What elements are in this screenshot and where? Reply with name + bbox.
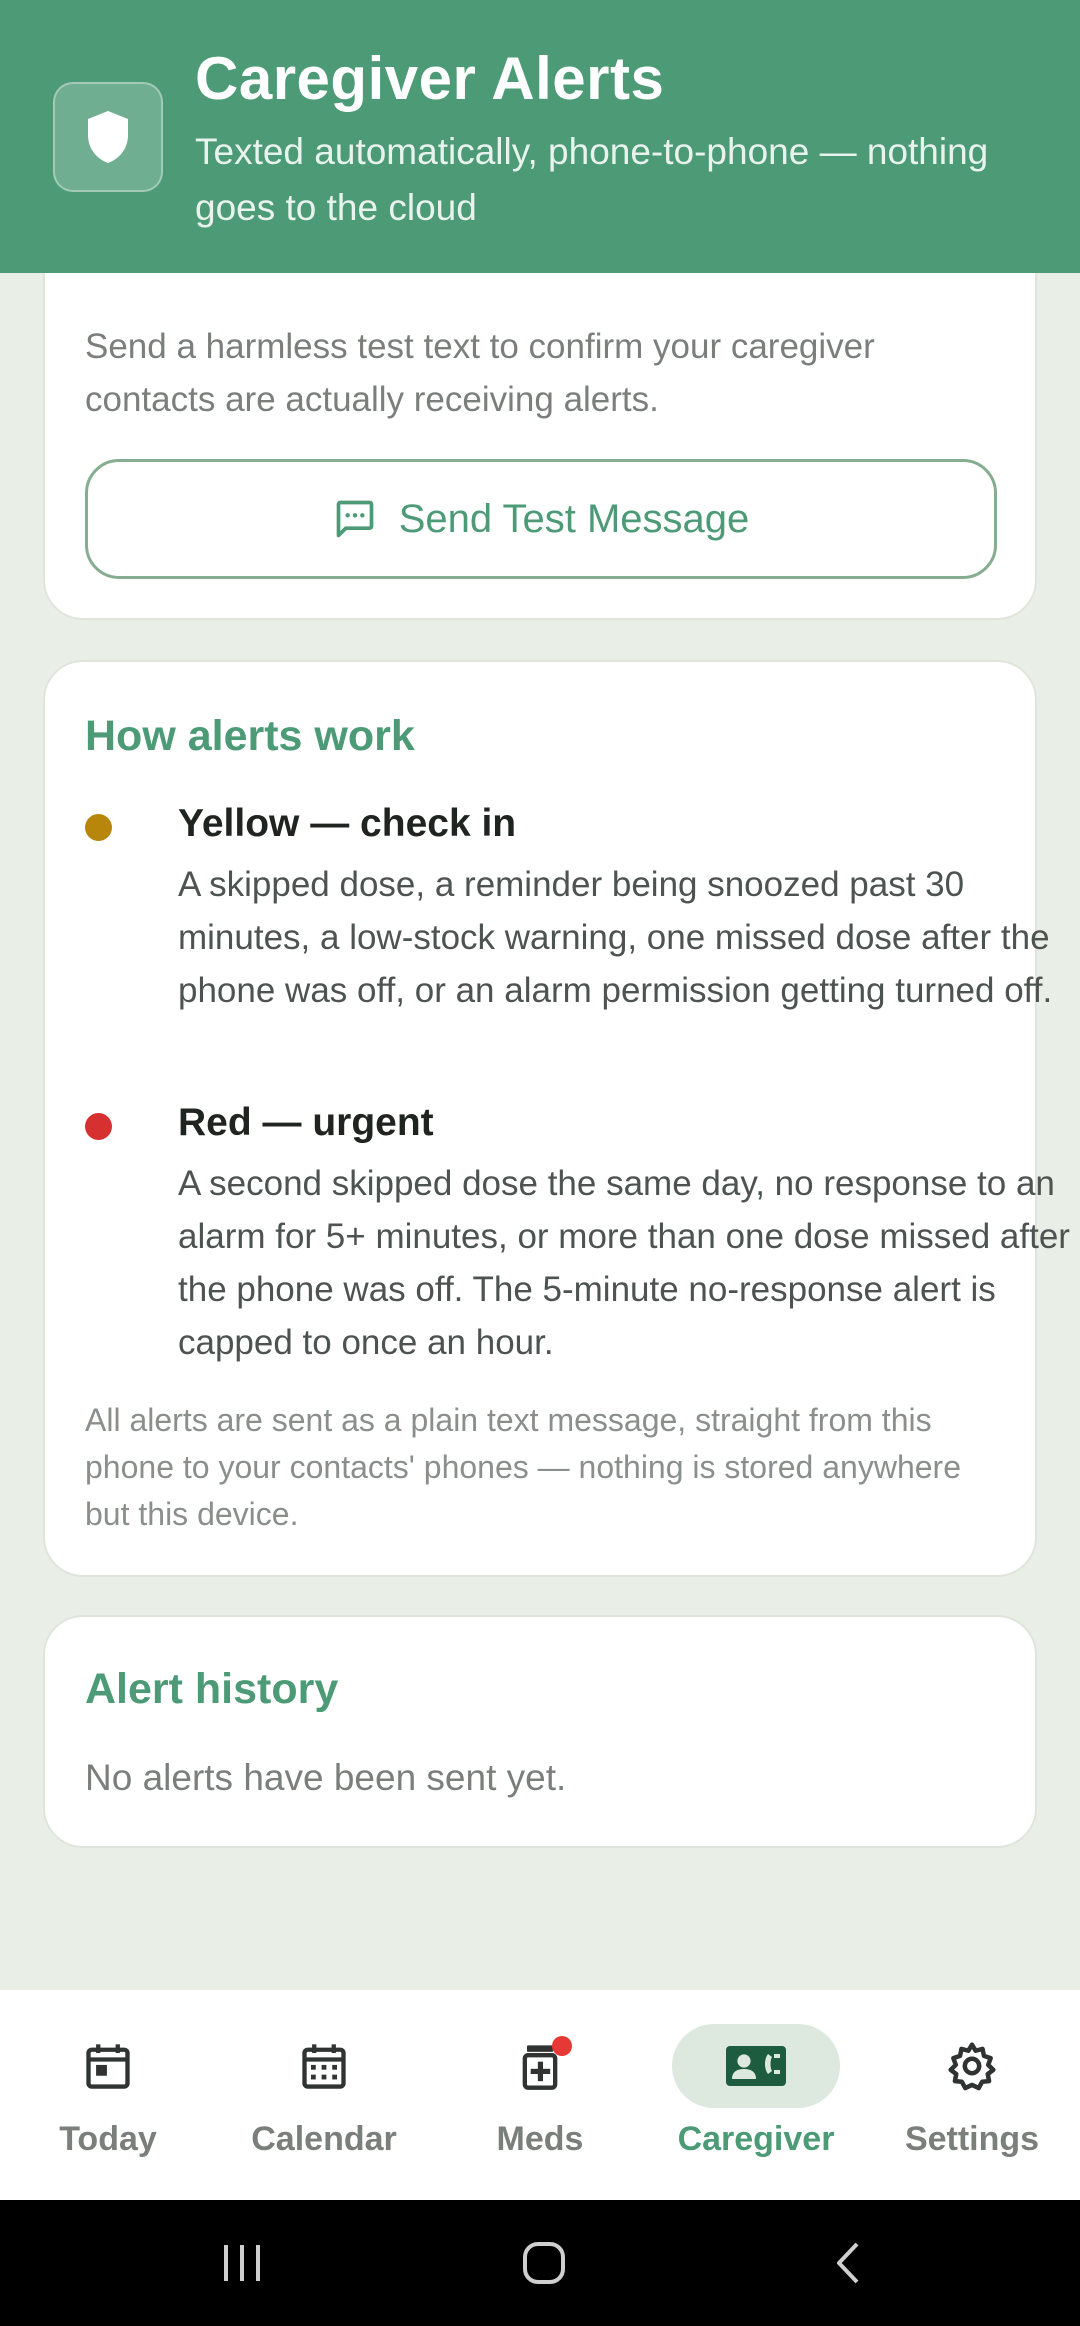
send-test-message-label: Send Test Message [398, 496, 750, 541]
meds-badge [552, 2036, 572, 2056]
yellow-alert-body: A skipped dose, a reminder being snoozed… [178, 865, 1053, 1010]
yellow-alert-item: Yellow — check in A skipped dose, a remi… [85, 802, 1052, 1072]
alert-history-title: Alert history [85, 1665, 339, 1713]
nav-active-indicator [672, 2024, 840, 2108]
alert-history-empty-text: No alerts have been sent yet. [85, 1757, 567, 1798]
nav-label-settings: Settings [904, 2120, 1040, 2158]
alerts-footnote: All alerts are sent as a plain text mess… [85, 1402, 961, 1532]
page-title: Caregiver Alerts [195, 45, 665, 112]
alert-history-card: Alert history No alerts have been sent y… [43, 1615, 1037, 1848]
yellow-dot-icon [85, 814, 112, 841]
how-alerts-work-card: How alerts work Yellow — check in A skip… [43, 660, 1070, 1577]
app-screen: Send a harmless test text to confirm you… [0, 0, 1080, 2326]
calendar-today-icon [82, 2040, 134, 2092]
back-button[interactable] [803, 2230, 893, 2296]
nav-item-today[interactable]: Today [0, 1990, 216, 2200]
contact-phone-icon [724, 2041, 788, 2091]
calendar-month-icon [298, 2040, 350, 2092]
nav-item-caregiver[interactable]: Caregiver [648, 1990, 864, 2200]
gear-icon [945, 2039, 999, 2093]
send-test-message-button[interactable]: Send Test Message [85, 459, 997, 579]
nav-label-caregiver: Caregiver [677, 2120, 835, 2158]
medication-icon [514, 2036, 572, 2092]
nav-label-today: Today [59, 2120, 157, 2158]
red-dot-icon [85, 1113, 112, 1140]
how-alerts-work-title: How alerts work [85, 712, 415, 760]
red-alert-body: A second skipped dose the same day, no r… [178, 1164, 1070, 1362]
red-alert-item: Red — urgent A second skipped dose the s… [85, 1101, 1070, 1371]
nav-label-calendar: Calendar [251, 2120, 397, 2158]
app-header: Caregiver Alerts Texted automatically, p… [0, 0, 1080, 273]
yellow-alert-heading: Yellow — check in [178, 802, 517, 845]
red-alert-heading: Red — urgent [178, 1101, 434, 1144]
home-button[interactable] [499, 2230, 589, 2296]
recent-apps-button[interactable] [197, 2230, 287, 2296]
scroll-content[interactable]: Send a harmless test text to confirm you… [0, 0, 1080, 1990]
shield-icon [53, 82, 163, 192]
test-message-description: Send a harmless test text to confirm you… [85, 327, 875, 419]
nav-item-meds[interactable]: Meds [432, 1990, 648, 2200]
system-navigation-bar [0, 2200, 1080, 2326]
message-icon [333, 497, 377, 541]
nav-item-calendar[interactable]: Calendar [216, 1990, 432, 2200]
nav-label-meds: Meds [496, 2120, 584, 2158]
page-subtitle: Texted automatically, phone-to-phone — n… [195, 131, 989, 228]
bottom-navigation: Today Calendar Meds Caregiver Settings [0, 1990, 1080, 2200]
nav-item-settings[interactable]: Settings [864, 1990, 1080, 2200]
